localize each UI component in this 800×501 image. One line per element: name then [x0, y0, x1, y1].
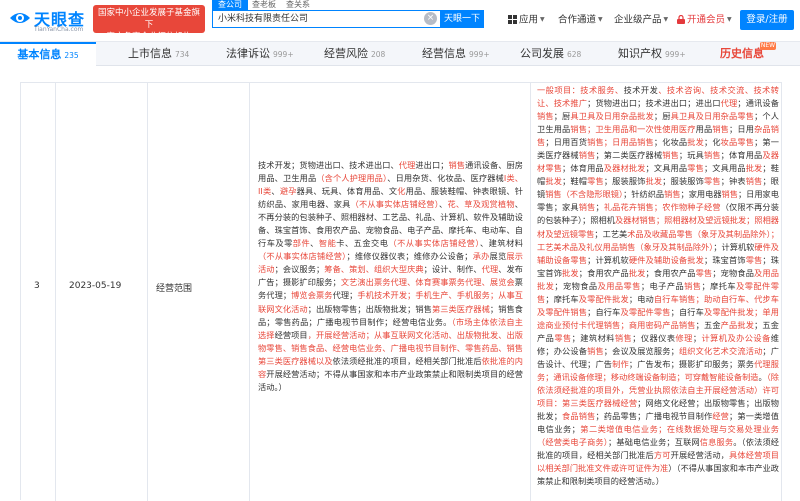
- section-tabs: 基本信息 235 上市信息 734 法律诉讼 999+ 经营风险 208 经营信息 999…: [0, 42, 800, 66]
- login-register-button[interactable]: 登录/注册: [740, 10, 794, 30]
- search-tab-boss[interactable]: 查老板: [246, 0, 282, 10]
- search-input[interactable]: 小米科技有限责任公司: [212, 10, 440, 28]
- grid-icon: [508, 14, 517, 24]
- tab-intellectual-property[interactable]: 知识产权 999+: [618, 42, 686, 66]
- chevron-down-icon: ▼: [598, 16, 603, 23]
- tab-label: 经营信息: [422, 47, 466, 60]
- nav-cooperation[interactable]: 合作通道 ▼: [558, 14, 603, 26]
- tab-label: 经营风险: [324, 47, 368, 60]
- clear-icon[interactable]: ×: [424, 12, 437, 25]
- search-tab-company[interactable]: 查公司: [212, 0, 248, 10]
- official-badge[interactable]: 国家中小企业发展子基金旗下 官方备案企业征信机构: [93, 5, 205, 42]
- change-date: 2023-05-19: [69, 281, 122, 291]
- site-logo[interactable]: 天眼查 TianYanCha.com: [8, 5, 88, 37]
- tab-count: 628: [567, 50, 582, 59]
- nav-apps-label: 应用: [519, 14, 539, 26]
- tab-business-risk[interactable]: 经营风险 208: [324, 42, 385, 66]
- tab-label: 上市信息: [128, 47, 172, 60]
- eye-logo-icon: [10, 13, 30, 23]
- nav-cooperation-label: 合作通道: [558, 14, 597, 26]
- tab-count: 734: [175, 50, 190, 59]
- change-record-table: 3 2023-05-19 经营范围 技术开发；货物进出口、技术进出口、代理进出口…: [20, 82, 782, 501]
- tab-label: 公司发展: [520, 47, 564, 60]
- tab-label: 历史信息: [720, 47, 764, 60]
- tab-basic-info[interactable]: 基本信息 235: [0, 42, 96, 66]
- tab-legal-litigation[interactable]: 法律诉讼 999+: [226, 42, 294, 66]
- nav-vip-label: 开通会员: [687, 14, 726, 26]
- row-index: 3: [34, 281, 40, 291]
- chevron-down-icon: ▼: [540, 16, 545, 23]
- scope-before-text: 技术开发；货物进出口、技术进出口、代理进出口；销售通讯设备、厨房用品、卫生用品（…: [258, 160, 523, 392]
- tab-label: 知识产权: [618, 47, 662, 60]
- search-button[interactable]: 天眼一下: [440, 10, 484, 28]
- table-cell-field: 经营范围: [148, 83, 250, 501]
- search-tab-relation[interactable]: 查关系: [280, 0, 316, 10]
- nav-apps[interactable]: 应用 ▼: [508, 14, 545, 26]
- top-header: 天眼查 TianYanCha.com 国家中小企业发展子基金旗下 官方备案企业征…: [0, 0, 800, 42]
- lock-icon: [677, 14, 685, 24]
- table-cell-after: 一般项目：技术服务、技术开发、技术咨询、技术交流、技术转让、技术推广；货物进出口…: [531, 83, 782, 501]
- tab-listing-info[interactable]: 上市信息 734: [128, 42, 189, 66]
- tab-company-development[interactable]: 公司发展 628: [520, 42, 581, 66]
- badge-line-1: 国家中小企业发展子基金旗下: [97, 8, 200, 30]
- logo-subtext: TianYanCha.com: [34, 26, 84, 33]
- tab-count: 999+: [469, 50, 490, 59]
- tab-count: 235: [64, 51, 79, 60]
- tab-history-info[interactable]: 历史信息: [720, 42, 764, 66]
- tab-count: 999+: [273, 50, 294, 59]
- tab-label: 法律诉讼: [226, 47, 270, 60]
- tab-label: 基本信息: [17, 48, 62, 61]
- new-badge: NEW: [760, 42, 776, 50]
- tab-count: 999+: [665, 50, 686, 59]
- nav-open-vip[interactable]: 开通会员 ▼: [677, 14, 732, 26]
- chevron-down-icon: ▼: [727, 16, 732, 23]
- change-field: 经营范围: [156, 284, 193, 294]
- scope-after-text: 一般项目：技术服务、技术开发、技术咨询、技术交流、技术转让、技术推广；货物进出口…: [537, 85, 779, 487]
- table-cell-index: 3: [21, 83, 56, 501]
- tab-business-info[interactable]: 经营信息 999+: [422, 42, 490, 66]
- table-cell-before: 技术开发；货物进出口、技术进出口、代理进出口；销售通讯设备、厨房用品、卫生用品（…: [250, 83, 531, 501]
- nav-enterprise-label: 企业级产品: [614, 14, 662, 26]
- nav-enterprise-products[interactable]: 企业级产品 ▼: [614, 14, 668, 26]
- chevron-down-icon: ▼: [663, 16, 669, 23]
- table-cell-date: 2023-05-19: [56, 83, 148, 501]
- tab-count: 208: [371, 50, 386, 59]
